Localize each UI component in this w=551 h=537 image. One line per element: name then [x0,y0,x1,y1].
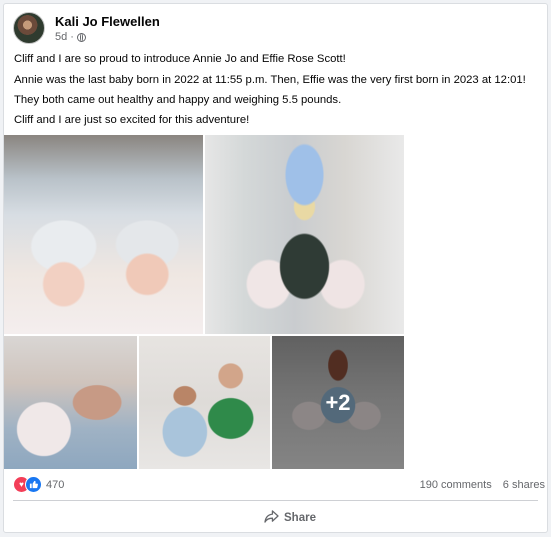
post-text-line-3: They both came out healthy and happy and… [14,94,342,106]
like-icon [25,476,42,493]
shares-count[interactable]: 6 shares [503,479,545,491]
reactions-summary[interactable]: ♥ 470 [13,476,64,493]
engagement-stats: 190 comments 6 shares [420,479,545,491]
author-name[interactable]: Kali Jo Flewellen [55,14,160,29]
post-text-line-2: Annie was the last baby born in 2022 at … [14,74,526,86]
globe-icon [76,32,86,42]
post-text-line-4: Cliff and I are just so excited for this… [14,114,250,126]
post-meta: 5d · [55,31,86,43]
avatar[interactable] [13,12,45,44]
more-photos-overlay[interactable]: +2 [272,336,404,469]
photo-5[interactable]: +2 [272,336,404,469]
share-icon [264,510,279,526]
comments-count[interactable]: 190 comments [420,479,492,491]
divider [13,500,538,501]
photo-3[interactable] [4,336,137,469]
post-time[interactable]: 5d [55,31,67,43]
post-card: Kali Jo Flewellen 5d · Cliff and I are s… [3,3,548,533]
share-label: Share [284,512,316,524]
post-text-line-1: Cliff and I are so proud to introduce An… [14,53,346,65]
reaction-count: 470 [46,478,65,491]
share-button[interactable]: Share [264,510,316,526]
photo-2[interactable] [205,135,404,334]
photo-grid: +2 [4,135,404,469]
photo-1[interactable] [4,135,203,334]
photo-4[interactable] [139,336,270,469]
